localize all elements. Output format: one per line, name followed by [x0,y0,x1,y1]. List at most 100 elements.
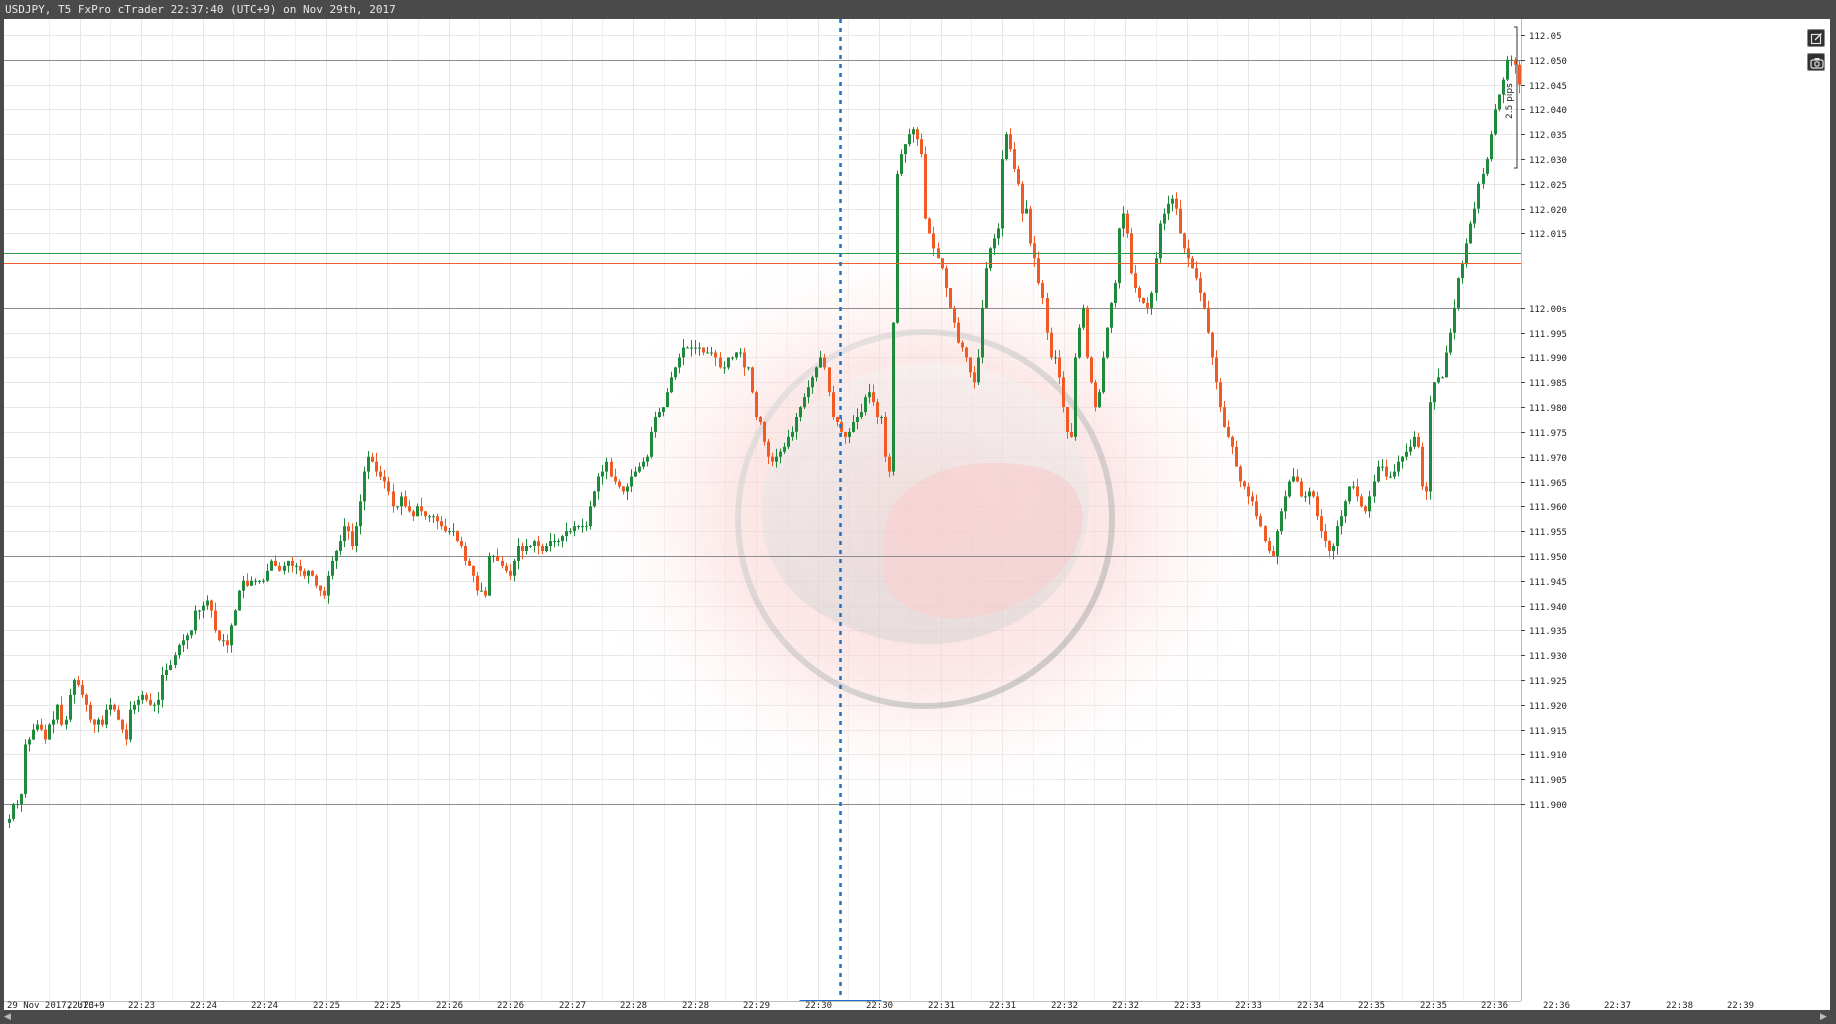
candle-bear[interactable] [823,357,826,368]
candle-bear[interactable] [763,421,766,442]
candle-bear[interactable] [836,417,839,422]
scroll-right-arrow-icon[interactable]: ▶ [1820,1012,1827,1022]
candle-bull[interactable] [1445,352,1448,378]
candle-bear[interactable] [916,129,919,140]
candle-bear[interactable] [1300,481,1303,497]
candle-bull[interactable] [198,610,201,612]
candle-bull[interactable] [585,526,588,528]
candle-bull[interactable] [573,526,576,532]
candle-bull[interactable] [706,352,709,354]
candle-bear[interactable] [924,154,927,219]
candle-bull[interactable] [856,417,859,422]
candle-bull[interactable] [1401,456,1404,462]
candle-bull[interactable] [803,397,806,408]
candle-bear[interactable] [1041,283,1044,298]
candle-bull[interactable] [852,421,855,432]
candle-bull[interactable] [791,431,794,437]
candle-bear[interactable] [1227,426,1230,437]
candle-bear[interactable] [828,367,831,393]
candle-bear[interactable] [614,476,617,482]
candle-bear[interactable] [961,342,964,348]
candle-bull[interactable] [908,134,911,145]
candle-bear[interactable] [1518,64,1521,85]
candle-bull[interactable] [626,486,629,492]
candle-bull[interactable] [662,407,665,413]
candle-bull[interactable] [811,377,814,388]
candle-bull[interactable] [589,506,592,527]
candle-bull[interactable] [97,719,100,725]
candle-bear[interactable] [1385,466,1388,477]
candle-bull[interactable] [545,546,548,551]
candle-bull[interactable] [815,367,818,378]
candle-bull[interactable] [355,526,358,547]
candle-bull[interactable] [480,590,483,592]
candle-bear[interactable] [1255,501,1258,517]
candle-bear[interactable] [876,402,879,418]
candle-bull[interactable] [363,471,366,502]
candle-bull[interactable] [359,501,362,527]
candle-bull[interactable] [1457,278,1460,308]
candle-bear[interactable] [1126,213,1129,234]
candle-bear[interactable] [1264,526,1267,542]
candle-bear[interactable] [888,456,891,472]
candle-bull[interactable] [727,357,730,368]
candle-bear[interactable] [93,719,96,725]
scroll-left-arrow-icon[interactable]: ◀ [4,1012,11,1022]
candle-bull[interactable] [601,471,604,477]
candle-bear[interactable] [1219,382,1222,408]
candle-bull[interactable] [1429,402,1432,492]
candle-bull[interactable] [1280,511,1283,532]
candle-bear[interactable] [1146,302,1149,308]
candle-bull[interactable] [1288,481,1291,497]
candle-bear[interactable] [1033,243,1036,259]
candle-bear[interactable] [1179,208,1182,234]
candle-bear[interactable] [1199,278,1202,293]
candle-bear[interactable] [226,640,229,646]
candle-bear[interactable] [1324,531,1327,542]
candle-bull[interactable] [206,600,209,606]
candle-bear[interactable] [113,704,116,710]
candle-bull[interactable] [981,307,984,358]
candle-bear[interactable] [1207,307,1210,333]
candle-bull[interactable] [1377,466,1380,482]
candle-bull[interactable] [912,129,915,135]
candle-bull[interactable] [178,645,181,656]
candle-bull[interactable] [254,580,257,582]
candle-bear[interactable] [945,268,948,289]
candle-bull[interactable] [549,541,552,547]
candle-bear[interactable] [884,417,887,457]
candle-bull[interactable] [8,818,11,823]
candle-bear[interactable] [1356,486,1359,497]
candle-bear[interactable] [1421,446,1424,487]
candle-bull[interactable] [993,238,996,249]
candle-bear[interactable] [85,694,88,705]
candle-bull[interactable] [1292,476,1295,482]
candle-bull[interactable] [202,605,205,611]
candle-bear[interactable] [278,565,281,571]
candle-bull[interactable] [1171,198,1174,204]
candle-bull[interactable] [1393,471,1396,477]
candle-bull[interactable] [513,560,516,576]
candle-bear[interactable] [1029,208,1032,244]
candle-bear[interactable] [1021,183,1024,214]
candle-bear[interactable] [618,481,621,487]
candle-bull[interactable] [65,719,68,725]
candle-bull[interactable] [133,704,136,710]
candle-bear[interactable] [610,461,613,477]
candle-bull[interactable] [331,560,334,576]
candle-bull[interactable] [1054,357,1057,359]
candle-bull[interactable] [343,526,346,542]
candle-bull[interactable] [1490,134,1493,160]
candle-bull[interactable] [1461,263,1464,279]
candle-bear[interactable] [379,471,382,477]
candle-bull[interactable] [169,665,172,671]
candle-bull[interactable] [1102,357,1105,393]
candle-bull[interactable] [1082,307,1085,328]
candle-bear[interactable] [1259,516,1262,527]
candle-bull[interactable] [1373,481,1376,497]
candle-bull[interactable] [710,352,713,354]
candle-bull[interactable] [492,555,495,557]
candle-bull[interactable] [452,531,455,533]
candle-bull[interactable] [222,640,225,642]
candle-bull[interactable] [690,347,693,349]
